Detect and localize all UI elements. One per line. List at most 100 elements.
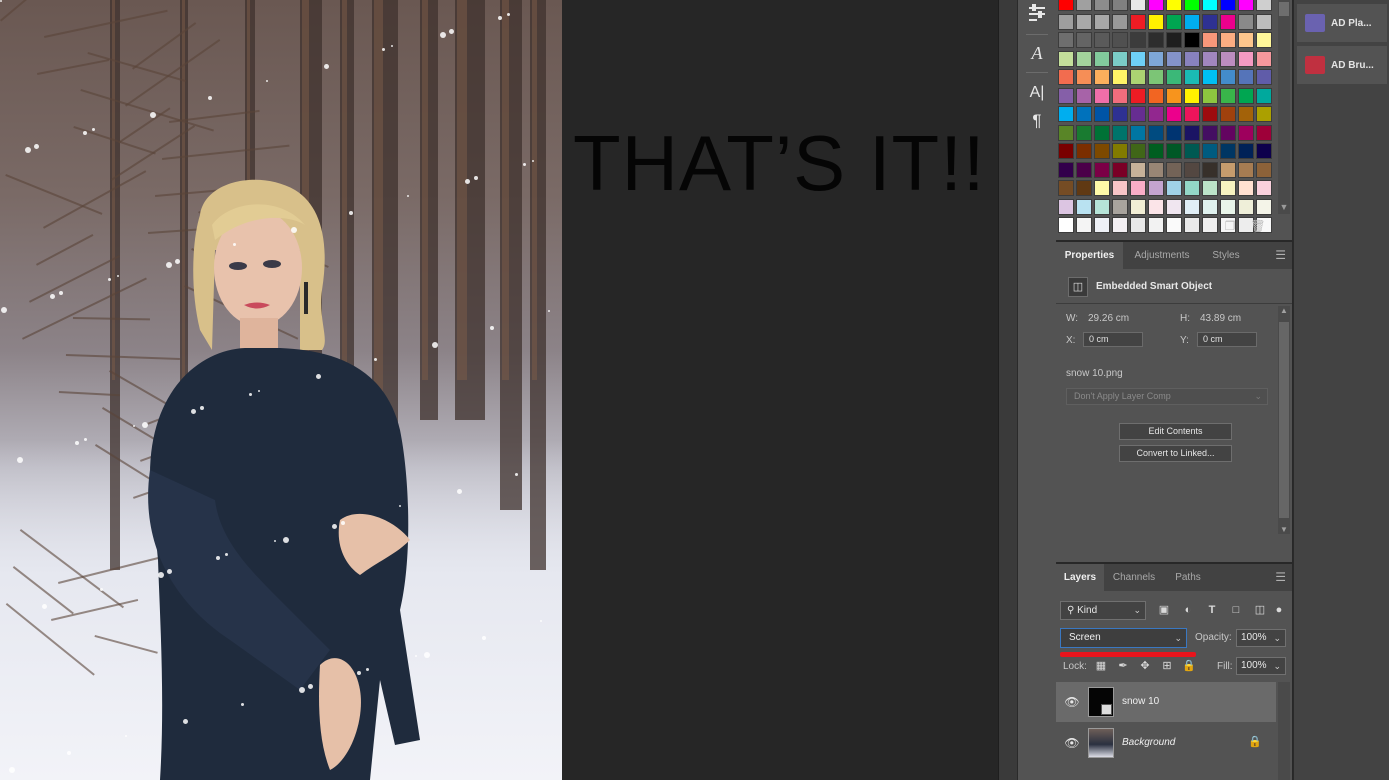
color-swatch[interactable] xyxy=(1130,161,1146,178)
scroll-thumb[interactable] xyxy=(1279,322,1289,518)
color-swatch[interactable] xyxy=(1076,180,1092,196)
tab-adjustments[interactable]: Adjustments xyxy=(1124,242,1200,269)
swatches-scrollbar[interactable]: ▼ xyxy=(1278,0,1290,214)
color-swatch[interactable] xyxy=(1238,106,1254,122)
color-swatch[interactable] xyxy=(1184,106,1200,122)
blend-mode-select[interactable]: Screen ⌄ xyxy=(1060,628,1187,648)
layer-filter-kind-select[interactable]: ⚲ Kind ⌄ xyxy=(1060,601,1146,620)
color-swatch[interactable] xyxy=(1112,143,1128,159)
color-swatch[interactable] xyxy=(1076,32,1092,48)
color-swatch[interactable] xyxy=(1166,143,1182,159)
color-swatch[interactable] xyxy=(1094,124,1110,141)
color-swatch[interactable] xyxy=(1256,32,1272,48)
new-swatch-icon[interactable]: ❐ xyxy=(1222,218,1238,234)
color-swatch[interactable] xyxy=(1094,50,1110,67)
color-swatch[interactable] xyxy=(1094,217,1110,233)
color-swatch[interactable] xyxy=(1256,50,1272,67)
color-swatch[interactable] xyxy=(1256,87,1272,104)
color-swatch[interactable] xyxy=(1202,198,1218,215)
lock-transparent-icon[interactable]: ▦ xyxy=(1093,658,1109,674)
color-swatch[interactable] xyxy=(1220,87,1236,104)
color-swatch[interactable] xyxy=(1058,143,1074,159)
color-swatch[interactable] xyxy=(1130,32,1146,48)
color-swatch[interactable] xyxy=(1094,87,1110,104)
color-swatch[interactable] xyxy=(1148,143,1164,159)
color-swatch[interactable] xyxy=(1202,13,1218,30)
color-swatch[interactable] xyxy=(1076,161,1092,178)
color-swatch[interactable] xyxy=(1220,161,1236,178)
color-swatch[interactable] xyxy=(1166,124,1182,141)
color-swatch[interactable] xyxy=(1076,50,1092,67)
color-swatch[interactable] xyxy=(1094,106,1110,122)
color-swatch[interactable] xyxy=(1220,124,1236,141)
color-swatch[interactable] xyxy=(1112,217,1128,233)
canvas-scrollbar[interactable] xyxy=(998,0,1017,780)
color-swatch[interactable] xyxy=(1058,32,1074,48)
color-swatch[interactable] xyxy=(1166,69,1182,85)
color-swatch[interactable] xyxy=(1202,0,1218,11)
color-swatch[interactable] xyxy=(1256,106,1272,122)
color-swatch[interactable] xyxy=(1076,143,1092,159)
shape-filter-icon[interactable]: □ xyxy=(1228,602,1244,618)
color-swatch[interactable] xyxy=(1094,161,1110,178)
color-swatch[interactable] xyxy=(1202,161,1218,178)
color-swatch[interactable] xyxy=(1130,143,1146,159)
layers-scrollbar[interactable] xyxy=(1278,682,1290,780)
layer-name[interactable]: snow 10 xyxy=(1122,696,1159,707)
color-swatch[interactable] xyxy=(1184,50,1200,67)
color-swatch[interactable] xyxy=(1184,217,1200,233)
scroll-thumb[interactable] xyxy=(1279,2,1289,16)
color-swatch[interactable] xyxy=(1238,87,1254,104)
color-swatch[interactable] xyxy=(1202,217,1218,233)
color-swatch[interactable] xyxy=(1220,106,1236,122)
color-swatch[interactable] xyxy=(1112,13,1128,30)
lock-all-icon[interactable]: 🔒 xyxy=(1181,658,1197,674)
color-swatch[interactable] xyxy=(1184,180,1200,196)
edit-contents-button[interactable]: Edit Contents xyxy=(1119,423,1232,440)
tab-layers[interactable]: Layers xyxy=(1056,564,1104,591)
x-input[interactable]: 0 cm xyxy=(1083,332,1143,347)
color-swatch[interactable] xyxy=(1094,32,1110,48)
color-swatch[interactable] xyxy=(1256,143,1272,159)
color-swatch[interactable] xyxy=(1184,69,1200,85)
color-swatch[interactable] xyxy=(1076,87,1092,104)
color-swatch[interactable] xyxy=(1058,106,1074,122)
layer-row-snow-10[interactable]: 👁 snow 10 xyxy=(1056,682,1276,722)
layer-row-background[interactable]: 👁 Background 🔒 xyxy=(1056,723,1276,763)
color-swatch[interactable] xyxy=(1094,198,1110,215)
color-swatch[interactable] xyxy=(1202,143,1218,159)
color-swatch[interactable] xyxy=(1058,198,1074,215)
color-swatch[interactable] xyxy=(1220,50,1236,67)
color-swatch[interactable] xyxy=(1112,106,1128,122)
sliders-icon[interactable] xyxy=(1018,0,1056,26)
color-swatch[interactable] xyxy=(1130,50,1146,67)
character-icon[interactable]: A| xyxy=(1018,80,1056,106)
color-swatch[interactable] xyxy=(1256,13,1272,30)
adjustment-filter-icon[interactable]: ◐ xyxy=(1180,602,1196,618)
color-swatch[interactable] xyxy=(1238,161,1254,178)
lock-brush-icon[interactable]: ✒ xyxy=(1115,658,1131,674)
color-swatch[interactable] xyxy=(1148,106,1164,122)
color-swatch[interactable] xyxy=(1148,0,1164,11)
color-swatch[interactable] xyxy=(1094,143,1110,159)
color-swatch[interactable] xyxy=(1058,13,1074,30)
color-swatch[interactable] xyxy=(1076,198,1092,215)
color-swatch[interactable] xyxy=(1184,87,1200,104)
color-swatch[interactable] xyxy=(1184,13,1200,30)
color-swatch[interactable] xyxy=(1166,180,1182,196)
color-swatch[interactable] xyxy=(1130,0,1146,11)
color-swatch[interactable] xyxy=(1076,0,1092,11)
pixel-filter-icon[interactable]: ▣ xyxy=(1156,602,1172,618)
dock-item-ad-brush[interactable]: AD Bru... xyxy=(1297,46,1387,84)
color-swatch[interactable] xyxy=(1058,87,1074,104)
color-swatch[interactable] xyxy=(1166,13,1182,30)
color-swatch[interactable] xyxy=(1202,87,1218,104)
layer-name[interactable]: Background xyxy=(1122,737,1175,748)
color-swatch[interactable] xyxy=(1166,87,1182,104)
color-swatch[interactable] xyxy=(1184,143,1200,159)
smart-object-filter-icon[interactable]: ◫ xyxy=(1252,602,1268,618)
color-swatch[interactable] xyxy=(1130,217,1146,233)
color-swatch[interactable] xyxy=(1148,32,1164,48)
color-swatch[interactable] xyxy=(1238,198,1254,215)
color-swatch[interactable] xyxy=(1094,180,1110,196)
